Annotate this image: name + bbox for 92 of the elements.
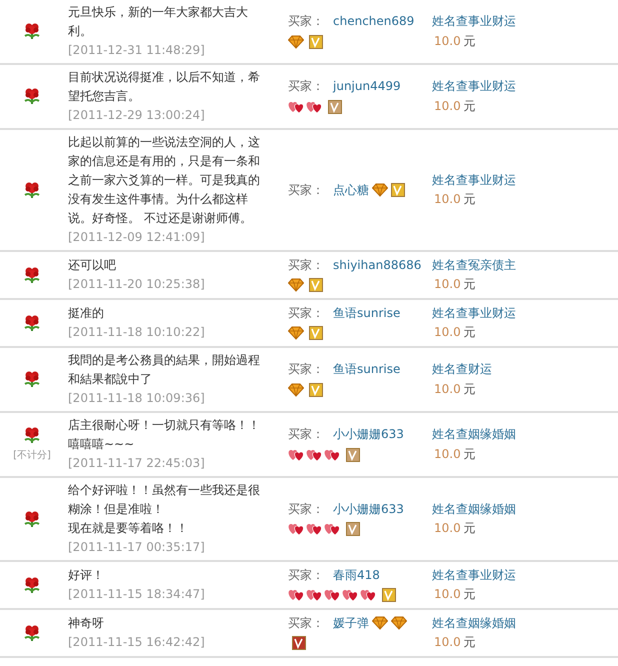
heart-icon xyxy=(306,522,323,536)
review-date: [2011-11-17 00:35:17] xyxy=(68,539,206,556)
heart-icon xyxy=(324,448,341,462)
heart-icon xyxy=(324,588,341,602)
buyer-name[interactable]: junjun4499 xyxy=(333,77,401,96)
product-link[interactable]: 姓名查事业财运 xyxy=(432,12,618,31)
price-value: 10.0 xyxy=(434,32,461,50)
heart-icon xyxy=(342,588,359,602)
product-link[interactable]: 姓名查事业财运 xyxy=(432,304,618,322)
heart-icon xyxy=(324,522,341,536)
review-date: [2011-11-15 16:42:42] xyxy=(68,634,206,651)
score-note: [不计分] xyxy=(13,448,51,462)
buyer-label: 买家： xyxy=(288,13,324,30)
price-value: 10.0 xyxy=(434,380,461,398)
heart-icon xyxy=(306,448,323,462)
currency-label: 元 xyxy=(464,520,476,537)
review-text: 挺准的 xyxy=(68,305,105,322)
buyer-label: 买家： xyxy=(288,182,324,198)
heart-icon xyxy=(288,448,305,462)
buyer-label: 买家： xyxy=(288,361,324,378)
heart-icon xyxy=(288,522,305,536)
product-link[interactable]: 姓名查事业财运 xyxy=(432,77,618,96)
review-text: 比起以前算的一些说法空洞的人，这家的信息还是有用的，只是有一条和之前一家六爻算的一样。可是我真的没有发生这件事情。为什么都这样说。好奇怪。 不过还是谢谢师傅。 xyxy=(68,134,261,227)
review-text: 神奇呀 xyxy=(68,615,105,632)
price-value: 10.0 xyxy=(434,520,461,537)
buyer-label: 买家： xyxy=(288,256,324,274)
price-value: 10.0 xyxy=(434,276,461,293)
heart-icon xyxy=(288,588,305,602)
buyer-label: 买家： xyxy=(288,426,324,443)
review-text: 给个好评啦！！虽然有一些我还是很糊涂！但是准啦！ xyxy=(68,482,261,518)
diamond-icon xyxy=(288,326,304,340)
product-link[interactable]: 姓名查事业财运 xyxy=(432,566,618,584)
price-value: 10.0 xyxy=(434,586,461,603)
review-date: [2011-11-18 10:09:36] xyxy=(68,390,206,407)
review-text: 店主很耐心呀！一切就只有等咯！！嘻嘻嘻~~~ xyxy=(68,417,261,453)
buyer-name[interactable]: 点心糖 xyxy=(333,180,369,200)
currency-label: 元 xyxy=(464,586,476,603)
product-link[interactable]: 姓名查姻缘婚姻 xyxy=(432,425,618,444)
review-date: [2011-12-31 11:48:29] xyxy=(68,42,206,59)
heart-icon xyxy=(306,588,323,602)
buyer-label: 买家： xyxy=(288,500,324,518)
heart-icon xyxy=(306,100,323,114)
product-link[interactable]: 姓名查姻缘婚姻 xyxy=(432,500,618,518)
diamond-icon xyxy=(372,616,388,630)
review-date: [2011-11-17 22:45:03] xyxy=(68,455,206,472)
buyer-name[interactable]: 鱼语sunrise xyxy=(333,360,400,379)
heart-icon xyxy=(360,588,377,602)
price-value: 10.0 xyxy=(434,446,461,462)
product-link[interactable]: 姓名查姻缘婚姻 xyxy=(432,614,618,632)
review-date: [2011-12-29 13:00:24] xyxy=(68,107,206,124)
product-link[interactable]: 姓名查冤亲债主 xyxy=(432,256,618,274)
heart-icon xyxy=(288,100,305,114)
review-text: 元旦快乐，新的一年大家都大吉大利。 xyxy=(68,4,249,40)
currency-label: 元 xyxy=(464,98,476,114)
buyer-label: 买家： xyxy=(288,304,324,322)
buyer-name[interactable]: 春雨418 xyxy=(333,566,380,584)
buyer-label: 买家： xyxy=(288,614,324,632)
price-value: 10.0 xyxy=(434,98,461,114)
price-value: 10.0 xyxy=(434,634,461,651)
review-date: [2011-11-20 10:25:38] xyxy=(68,276,206,293)
review-date: [2011-11-18 10:10:22] xyxy=(68,324,206,341)
buyer-name[interactable]: 小小姗姗633 xyxy=(333,500,404,518)
review-date: [2011-11-15 18:34:47] xyxy=(68,586,206,603)
buyer-label: 买家： xyxy=(288,566,324,584)
currency-label: 元 xyxy=(464,191,476,208)
price-value: 10.0 xyxy=(434,191,461,208)
buyer-label: 买家： xyxy=(288,78,324,95)
review-text: 好评！ xyxy=(68,567,105,584)
diamond-icon xyxy=(288,382,304,396)
currency-label: 元 xyxy=(464,380,476,398)
buyer-name[interactable]: 小小姗姗633 xyxy=(333,425,404,444)
currency-label: 元 xyxy=(464,276,476,293)
currency-label: 元 xyxy=(464,32,476,50)
review-text: 我問的是考公務員的結果，開始過程和結果都說中了 xyxy=(68,352,261,388)
diamond-icon xyxy=(391,616,407,630)
buyer-name[interactable]: shiyihan88686 xyxy=(333,256,422,274)
buyer-name[interactable]: chenchen689 xyxy=(333,12,414,31)
review-text: 还可以吧 xyxy=(68,257,117,274)
price-value: 10.0 xyxy=(434,324,461,341)
buyer-name[interactable]: 媛子弹 xyxy=(333,614,369,632)
product-link[interactable]: 姓名查财运 xyxy=(432,360,618,379)
diamond-icon xyxy=(372,183,388,197)
currency-label: 元 xyxy=(464,324,476,341)
diamond-icon xyxy=(288,34,304,48)
diamond-icon xyxy=(288,278,304,292)
currency-label: 元 xyxy=(464,634,476,651)
review-text: 目前状况说得挺准，以后不知道，希望托您吉言。 xyxy=(68,69,261,105)
review-text: 现在就是要等着咯！！ xyxy=(68,520,189,537)
currency-label: 元 xyxy=(464,446,476,462)
review-date: [2011-12-09 12:41:09] xyxy=(68,229,206,246)
product-link[interactable]: 姓名查事业财运 xyxy=(432,170,618,190)
buyer-name[interactable]: 鱼语sunrise xyxy=(333,304,400,322)
